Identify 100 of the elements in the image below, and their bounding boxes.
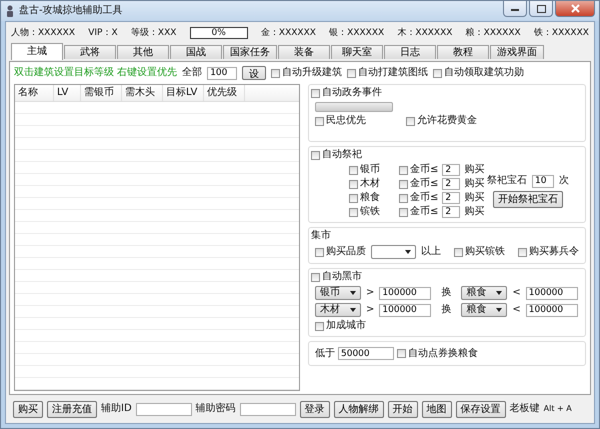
tab[interactable]: 聊天室 — [331, 45, 383, 59]
amount-input[interactable]: 2 — [442, 164, 460, 176]
buy-button[interactable]: 购买 — [13, 400, 43, 418]
amount-input[interactable]: 2 — [442, 206, 460, 218]
checkbox[interactable] — [315, 248, 324, 256]
checkbox-label: 允许花费黄金 — [417, 115, 477, 127]
checkbox-label: 自动升级建筑 — [282, 67, 342, 79]
action-button[interactable]: 开始 — [388, 400, 418, 418]
action-button[interactable]: 保存设置 — [456, 400, 506, 418]
column-header[interactable]: 目标LV — [163, 85, 204, 101]
checkbox[interactable] — [311, 272, 320, 282]
caret-icon — [405, 250, 411, 254]
checkbox[interactable] — [454, 248, 463, 256]
maximize-button[interactable] — [529, 1, 553, 17]
hotkey-text: Alt + A — [544, 403, 572, 415]
tab[interactable]: 国战 — [170, 45, 222, 59]
minimize-button[interactable] — [503, 1, 527, 17]
checkbox[interactable] — [349, 208, 358, 216]
tab[interactable]: 武将 — [64, 45, 116, 59]
set-button[interactable]: 设 — [242, 66, 266, 80]
label: 购买 — [464, 192, 484, 204]
stat-text: 金：XXXXXX — [260, 27, 316, 39]
checkbox[interactable] — [315, 322, 324, 330]
checkbox[interactable] — [311, 150, 320, 160]
label: 购买 — [464, 164, 484, 176]
panel-title: 集市 — [311, 230, 332, 242]
checkbox-label: 木材 — [360, 178, 380, 190]
caret-icon — [496, 308, 502, 312]
tab[interactable]: 教程 — [437, 45, 489, 59]
minimize-icon — [511, 6, 519, 10]
tab[interactable]: 游戏界面 — [490, 45, 544, 59]
panel-title: 自动政务事件 — [322, 87, 382, 99]
label: 辅助密码 — [196, 403, 236, 415]
amount-input[interactable]: 100000 — [379, 304, 432, 316]
label: 全部 — [182, 67, 202, 79]
id-input[interactable] — [136, 402, 192, 416]
checkbox-label: 自动领取建筑功勋 — [444, 67, 524, 79]
checkbox[interactable] — [518, 248, 527, 256]
checkbox-label: 购买品质 — [326, 246, 366, 258]
resource-dropdown[interactable]: 粮食 — [461, 303, 508, 317]
column-header[interactable]: 需银币 — [81, 85, 122, 101]
tab[interactable]: 其他 — [117, 45, 169, 59]
checkbox[interactable] — [349, 180, 358, 188]
checkbox-label: 购买镔铁 — [465, 246, 505, 258]
action-button[interactable]: 登录 — [300, 400, 330, 418]
stat-text: 粮：XXXXXX — [466, 27, 521, 39]
checkbox[interactable] — [406, 116, 415, 126]
limit-input[interactable]: 100000 — [526, 304, 578, 316]
action-button[interactable]: 人物解绑 — [334, 400, 384, 418]
resource-dropdown[interactable]: 粮食 — [461, 286, 508, 300]
checkbox-label: 金币≤ — [410, 178, 438, 190]
hint-text: 双击建筑设置目标等级 右键设置优先 — [14, 67, 178, 79]
resource-dropdown[interactable]: 银币 — [315, 286, 361, 300]
checkbox-label: 自动打建筑图纸 — [358, 67, 428, 79]
checkbox[interactable] — [399, 208, 408, 216]
password-input[interactable] — [240, 402, 296, 416]
column-header[interactable]: 优先级 — [204, 85, 245, 101]
start-gem-button[interactable]: 开始祭祀宝石 — [493, 190, 563, 208]
checkbox[interactable] — [399, 166, 408, 174]
operator-text: < — [512, 304, 521, 316]
checkbox-label: 购买募兵令 — [529, 246, 579, 258]
quality-dropdown[interactable] — [371, 245, 416, 259]
checkbox[interactable] — [271, 68, 280, 78]
label: 祭祀宝石 — [487, 175, 527, 187]
checkbox[interactable] — [349, 194, 358, 202]
operator-text: < — [512, 287, 521, 299]
close-button[interactable] — [555, 1, 595, 17]
column-header[interactable]: 需木头 — [122, 85, 163, 101]
tab[interactable]: 国家任务 — [223, 45, 277, 59]
stat-text: 木：XXXXXX — [397, 27, 452, 39]
count-input[interactable]: 10 — [532, 174, 554, 188]
checkbox[interactable] — [315, 116, 324, 126]
register-button[interactable]: 注册充值 — [47, 400, 97, 418]
checkbox[interactable] — [433, 68, 442, 78]
threshold-input[interactable]: 50000 — [338, 347, 394, 360]
amount-input[interactable]: 100000 — [379, 286, 432, 300]
stat-text: 铁：XXXXXX — [534, 27, 589, 39]
checkbox[interactable] — [399, 194, 408, 202]
checkbox[interactable] — [397, 349, 406, 358]
blank-button[interactable] — [315, 102, 393, 112]
checkbox-label: 加成城市 — [326, 320, 366, 332]
label: 换 — [441, 304, 452, 316]
column-header[interactable]: 名称 — [15, 85, 54, 101]
checkbox[interactable] — [311, 88, 320, 98]
checkbox[interactable] — [399, 180, 408, 188]
action-button[interactable]: 地图 — [422, 400, 452, 418]
amount-input[interactable]: 2 — [442, 178, 460, 190]
limit-input[interactable]: 100000 — [526, 286, 578, 300]
tab[interactable]: 日志 — [384, 45, 436, 59]
resource-dropdown[interactable]: 木材 — [315, 303, 361, 317]
checkbox-label: 金币≤ — [410, 164, 438, 176]
tab[interactable]: 装备 — [278, 45, 330, 59]
column-header[interactable]: LV — [54, 85, 81, 101]
checkbox[interactable] — [347, 68, 356, 78]
maximize-icon — [536, 4, 546, 12]
level-input[interactable]: 100 — [207, 66, 238, 80]
caret-icon — [350, 308, 356, 312]
amount-input[interactable]: 2 — [442, 192, 460, 204]
tab[interactable]: 主城 — [11, 43, 63, 60]
checkbox[interactable] — [349, 166, 358, 174]
